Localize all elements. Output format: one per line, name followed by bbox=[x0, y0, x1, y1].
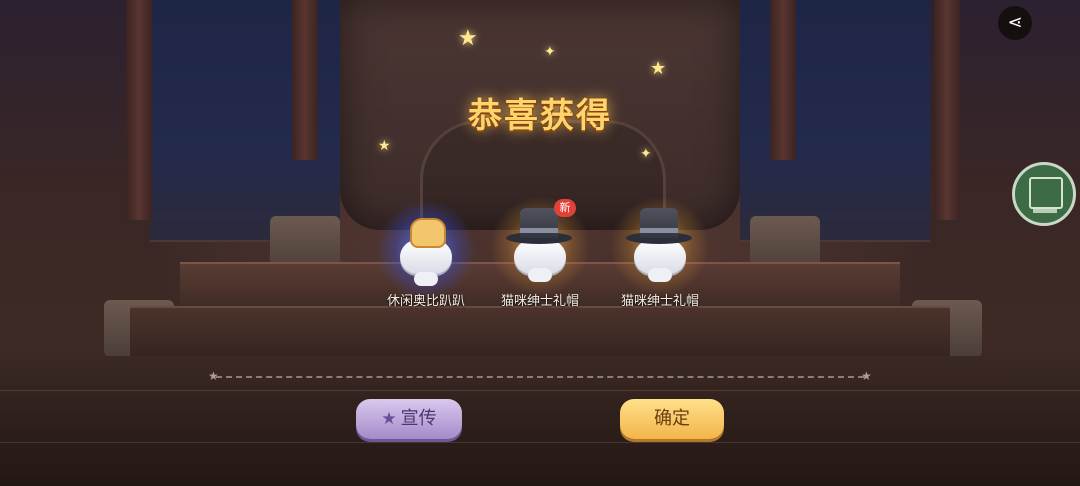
reward-label: 猫咪绅士礼帽 bbox=[620, 294, 699, 309]
right-window bbox=[740, 0, 930, 242]
side-widget-caption-bar bbox=[1033, 209, 1057, 213]
share-button[interactable]: ⋖ bbox=[998, 6, 1032, 40]
hat-band-icon bbox=[520, 228, 558, 233]
divider-line bbox=[216, 376, 864, 378]
pillar bbox=[126, 0, 152, 220]
divider-star-icon: ★ bbox=[208, 369, 219, 383]
pillar bbox=[292, 0, 318, 160]
promote-button[interactable]: ★ 宣传 bbox=[356, 399, 462, 439]
pillar bbox=[934, 0, 960, 220]
feet-icon bbox=[648, 268, 672, 282]
star-icon: ★ bbox=[381, 409, 397, 429]
feet-icon bbox=[528, 268, 552, 282]
sparkle-icon: ✦ bbox=[544, 44, 556, 60]
top-hat-icon bbox=[520, 208, 558, 238]
confirm-button-label: 确定 bbox=[654, 408, 690, 429]
sparkle-icon: ✦ bbox=[640, 146, 652, 162]
sparkle-icon: ★ bbox=[378, 138, 391, 154]
sparkle-icon: ★ bbox=[458, 26, 478, 51]
sparkle-icon: ★ bbox=[650, 58, 667, 79]
confirm-button[interactable]: 确定 bbox=[620, 399, 724, 439]
page-title: 恭喜获得 bbox=[468, 96, 612, 136]
top-hat-icon bbox=[640, 208, 678, 238]
hat-band-icon bbox=[640, 228, 678, 233]
divider-star-icon: ★ bbox=[861, 369, 872, 383]
reward-item[interactable] bbox=[376, 200, 476, 300]
stage-step-lower bbox=[130, 306, 950, 360]
feet-icon bbox=[414, 272, 438, 286]
reward-item[interactable] bbox=[610, 196, 710, 296]
critter-icon bbox=[410, 218, 446, 248]
reward-label: 猫咪绅士礼帽 bbox=[500, 294, 579, 309]
share-icon: ⋖ bbox=[1007, 12, 1023, 33]
floor-line bbox=[0, 390, 1080, 391]
pillar bbox=[770, 0, 796, 160]
new-badge: 新 bbox=[554, 199, 576, 217]
side-widget-button[interactable] bbox=[1012, 162, 1076, 226]
reward-label: 休闲奥比趴趴 bbox=[386, 294, 465, 309]
floor-line bbox=[0, 442, 1080, 443]
book-icon bbox=[1029, 177, 1063, 209]
promote-button-label: 宣传 bbox=[400, 408, 437, 429]
